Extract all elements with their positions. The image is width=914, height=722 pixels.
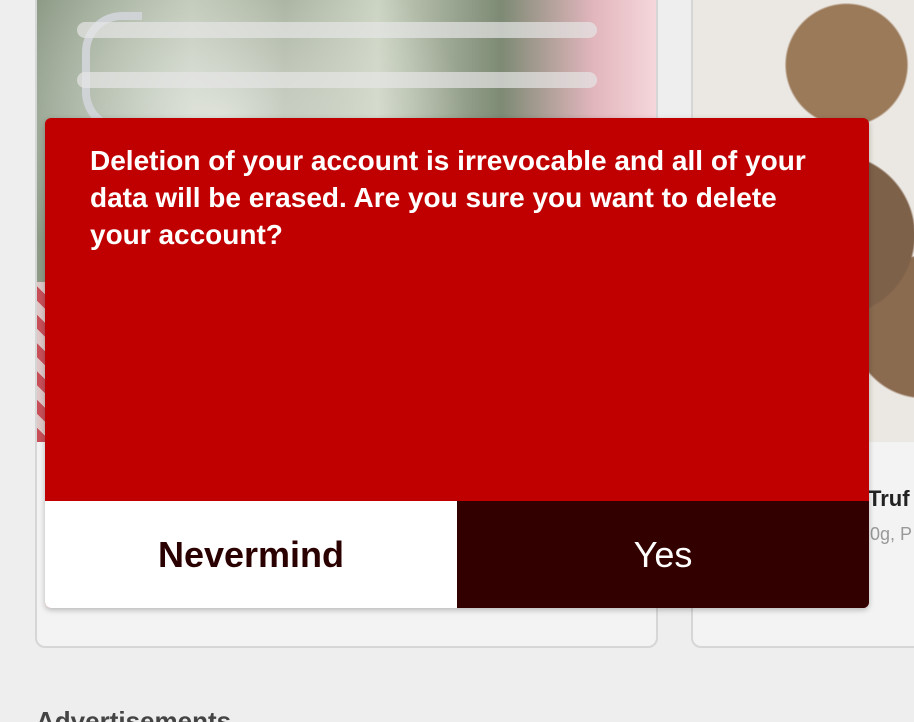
delete-account-dialog: Deletion of your account is irrevocable … xyxy=(45,118,869,608)
yes-button[interactable]: Yes xyxy=(457,501,869,608)
advertisements-heading: Advertisements xyxy=(36,706,232,722)
nevermind-button[interactable]: Nevermind xyxy=(45,501,457,608)
dialog-message: Deletion of your account is irrevocable … xyxy=(90,145,806,250)
jar-ring-graphic xyxy=(77,22,597,38)
jar-ring-graphic xyxy=(77,72,597,88)
recipe-card-title: Truf xyxy=(868,486,910,511)
recipe-card-subtitle: 0g, P xyxy=(870,524,913,544)
dialog-actions: Nevermind Yes xyxy=(45,501,869,608)
